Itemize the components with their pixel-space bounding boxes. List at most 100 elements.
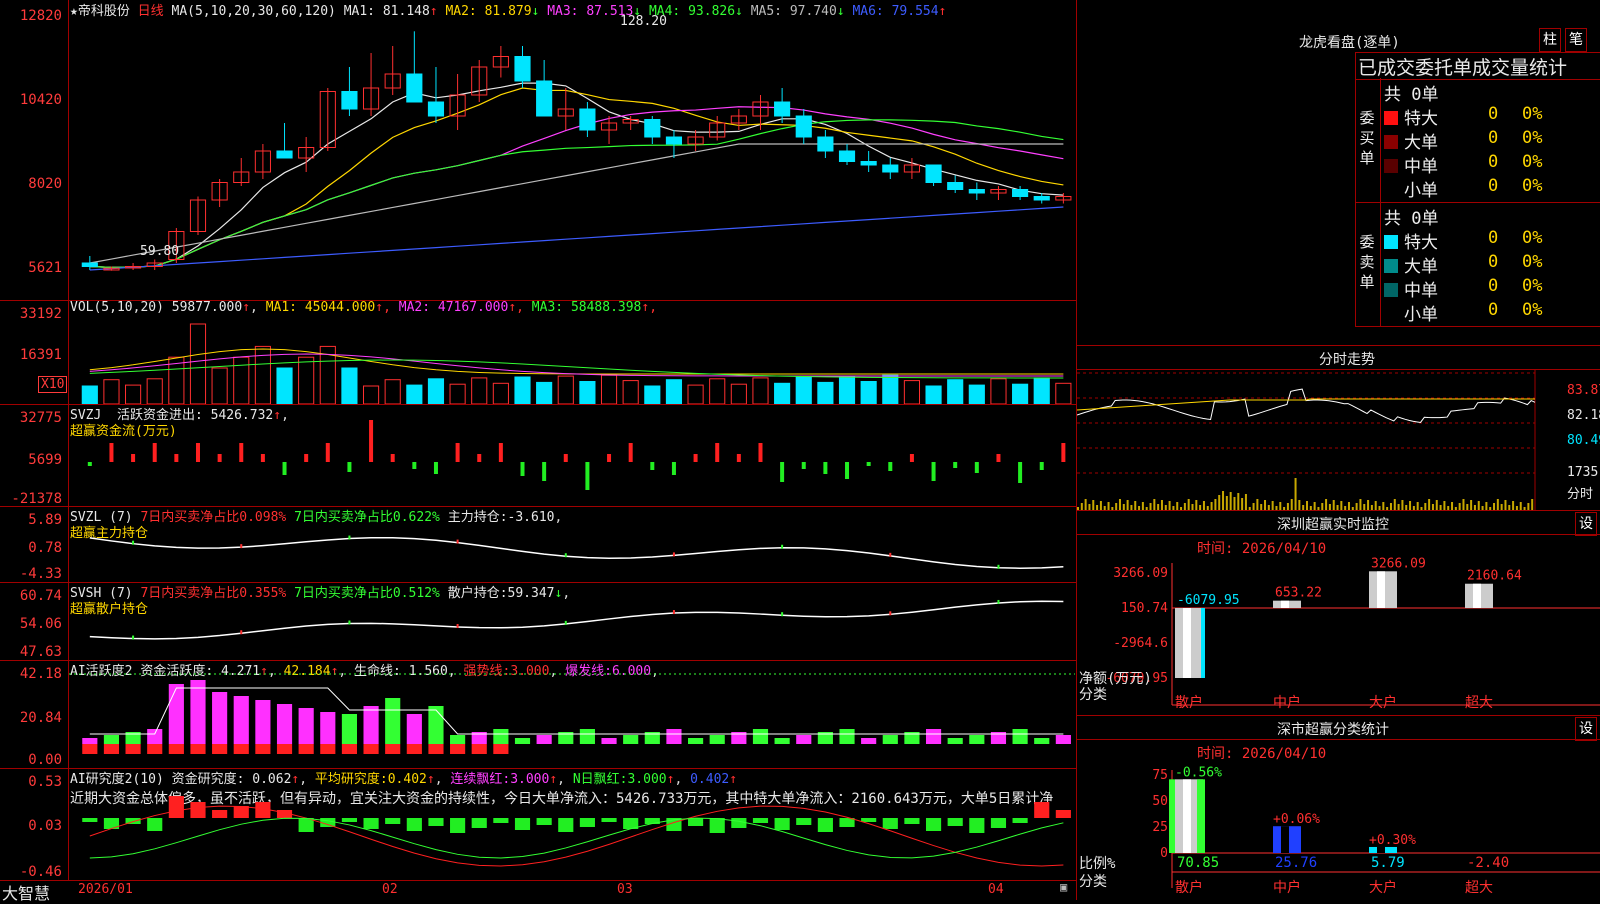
holding-tick (672, 610, 675, 615)
price-panel[interactable]: 12820 10420 8020 5621 ★帝科股份 日线 MA(5,10,2… (0, 0, 1076, 301)
sz-class-section[interactable]: 深市超赢分类统计 设 时间: 2026/04/10 75 50 25 0 -0.56% 7… (1077, 715, 1600, 900)
ma-line (89, 206, 1064, 271)
order-count: 0 (1488, 104, 1499, 124)
ma-line (89, 87, 1064, 268)
candle (406, 73, 423, 103)
x-date-label: 04 (988, 882, 1004, 897)
lock-icon[interactable]: ▣ (1060, 880, 1067, 894)
tick-view-button[interactable]: 笔 (1565, 28, 1587, 52)
sz-class-chart[interactable]: 75 50 25 0 -0.56% 70.85 散户 +0.06% 25.76 中户 +0.30% 5… (1077, 740, 1600, 900)
flow-bar (736, 454, 741, 462)
sz-monitor-settings-button[interactable]: 设 (1575, 512, 1597, 536)
intraday-vol-bar (1458, 503, 1461, 510)
svzl-chart[interactable] (69, 506, 1075, 582)
flow-bar (498, 443, 503, 462)
flow-bar (369, 420, 374, 462)
flow-bar (520, 462, 525, 476)
activity-base (276, 744, 293, 754)
candle (665, 136, 683, 145)
intraday-vol-bar (1233, 497, 1236, 510)
sz-monitor-section[interactable]: 深圳超赢实时监控 设 时间: 2026/04/10 3266.09 150.74-… (1077, 510, 1600, 716)
intraday-vol-bar (1332, 500, 1335, 510)
x-axis: 大智慧 2026/01 02 03 04 ▣ (0, 880, 1076, 903)
intraday-vol-bar (1443, 501, 1446, 510)
ai-research-panel[interactable]: 0.53 0.03 -0.46 AI研究度2(10) 资金研究度: 0.062↑… (0, 768, 1076, 881)
activity-bar (925, 729, 942, 744)
flow-bar (801, 462, 806, 469)
intraday-chart[interactable] (1077, 370, 1600, 510)
order-count: 0 (1488, 152, 1499, 172)
sz-class-settings-button[interactable]: 设 (1575, 717, 1597, 741)
svsh-chart[interactable] (69, 582, 1075, 660)
intraday-vol-bar (1451, 502, 1454, 510)
intraday-vol-bar (1294, 478, 1297, 510)
candle (536, 80, 553, 117)
research-bar (536, 818, 552, 825)
bar-view-button[interactable]: 柱 (1539, 28, 1561, 52)
intraday-vol-bar (1115, 503, 1118, 510)
intraday-vol-bar (1306, 501, 1308, 510)
class-bar-change: +0.30% (1369, 833, 1416, 848)
svzl-panel[interactable]: 5.89 0.78 -4.33 SVZL (7) 7日内买卖净占比0.098% … (0, 506, 1076, 583)
svsh-panel[interactable]: 60.74 54.06 47.63 SVSH (7) 7日内买卖净占比0.355… (0, 582, 1076, 661)
candle (579, 108, 596, 131)
period-label[interactable]: 日线 (138, 4, 164, 19)
ma-arrow: ↑ (938, 4, 947, 19)
volume-bar (622, 380, 639, 404)
activity-bar (320, 712, 336, 744)
intraday-vol-bar (1237, 493, 1240, 510)
class-bar-value: -2.40 (1467, 855, 1509, 871)
x-date-label: 03 (617, 882, 633, 897)
activity-bar (276, 704, 293, 744)
flow-bar (217, 454, 222, 462)
candle (947, 182, 964, 190)
class-bar-edge (1169, 779, 1175, 853)
volume-bar (536, 381, 553, 404)
activity-base (298, 744, 314, 754)
svsh-axis: 60.74 54.06 47.63 (0, 582, 69, 660)
holding-line (89, 600, 1064, 640)
activity-bar (969, 735, 985, 744)
activity-base (320, 744, 336, 754)
holding-tick (997, 564, 1000, 569)
svzj-chart[interactable] (69, 404, 1075, 506)
intraday-section[interactable]: 分时走势 83.87 82.18 80.49 1735 分时 (1077, 345, 1600, 511)
flow-bar (888, 462, 893, 471)
intraday-vol-bar (1244, 494, 1247, 510)
svzj-axis-label: 32775 (19, 410, 62, 426)
order-pct: 0% (1522, 176, 1543, 196)
activity-bar (428, 706, 444, 744)
ma-value: MA2: 81.879 (437, 4, 532, 19)
intraday-vol-bar (1382, 502, 1385, 510)
stock-name[interactable]: ★帝科股份 (70, 4, 130, 19)
activity-bar (406, 714, 422, 744)
sz-class-axis-label: 25 (1152, 820, 1168, 835)
ai-activity-chart[interactable] (69, 660, 1075, 768)
intraday-vol-bar (1222, 491, 1225, 510)
intraday-vol-bar (1519, 502, 1522, 510)
volume-bar (990, 378, 1007, 404)
price-chart[interactable] (69, 18, 1075, 298)
ai-activity-panel[interactable]: 42.18 20.84 0.00 AI活跃度2 资金活跃度: 4.271↑, 4… (0, 660, 1076, 769)
volume-bar (125, 384, 142, 404)
sz-monitor-chart[interactable]: 3266.09150.74-2964.6-6079.95-6079.95散户65… (1077, 535, 1600, 715)
activity-base (212, 744, 228, 754)
flow-bar (563, 454, 568, 462)
holding-tick (456, 623, 459, 628)
volume-bar (882, 374, 899, 404)
volume-panel[interactable]: 33192 16391 X10 VOL(5,10,20) 59877.000 ↑,… (0, 300, 1076, 405)
svzj-panel[interactable]: 32775 5699 -21378 SVZJ 活跃资金进出: 5426.732↑… (0, 404, 1076, 507)
candle (860, 161, 877, 166)
price-axis-label: 10420 (19, 92, 62, 108)
ma-line (89, 143, 1064, 264)
activity-bar (450, 735, 466, 744)
volume-bar (1033, 377, 1050, 404)
legend-swatch (1384, 111, 1398, 125)
ai-research-chart[interactable] (69, 768, 1075, 880)
volume-chart[interactable] (69, 316, 1075, 404)
ma-value: MA5: 97.740 (742, 4, 837, 19)
sell-block: 委卖单 共 0单 特大 0 0% 大单 0 0% 中单 0 0% 小单 0 0% (1355, 202, 1600, 327)
high-mark: 128.20 (620, 14, 667, 29)
ma-arrow: ↓ (735, 4, 743, 19)
candle (341, 91, 358, 110)
